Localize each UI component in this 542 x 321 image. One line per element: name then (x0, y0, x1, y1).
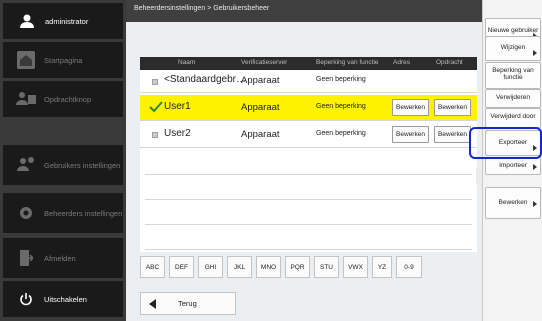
panel-tab (476, 167, 482, 185)
user-name: User1 (164, 101, 191, 112)
sidebar-item-opdrachtknop[interactable]: Opdrachtknop (3, 81, 123, 117)
power-icon (15, 288, 37, 310)
verification-server: Apparaat (241, 129, 280, 140)
sidebar-item-label: Gebruikers instellingen (44, 160, 121, 170)
alpha-button-pqr[interactable]: PQR (285, 256, 310, 278)
edit-address-button[interactable]: Bewerken (392, 99, 429, 116)
power-off-button[interactable]: Uitschakelen (3, 281, 123, 317)
back-button[interactable]: Terug (140, 292, 236, 315)
sidebar-item-user-settings[interactable]: Gebruikers instellingen (3, 145, 123, 185)
submenu-arrow-icon (533, 201, 537, 207)
alpha-button-abc[interactable]: ABC (140, 256, 165, 278)
alpha-button-yz[interactable]: YZ (372, 256, 392, 278)
user-account: administrator (3, 3, 123, 39)
edit-button[interactable]: Bewerken (485, 187, 541, 219)
sidebar-item-admin-settings[interactable]: Beheerders instellingen (3, 193, 123, 233)
column-header-name: Naam (178, 59, 196, 66)
checkbox[interactable] (152, 79, 158, 85)
submenu-arrow-icon (533, 50, 537, 56)
alpha-button-ghi[interactable]: GHI (198, 256, 223, 278)
row-divider (145, 199, 472, 200)
deleted-by-label: Verwijderd door (490, 112, 536, 120)
submenu-arrow-icon (533, 164, 537, 170)
function-restriction-button[interactable]: Beperking van functie (485, 62, 541, 89)
gear-icon (15, 202, 37, 224)
checkbox[interactable] (152, 132, 158, 138)
sidebar: administrator Startpagina Opdrachtknop G… (0, 0, 126, 321)
delete-label: Verwijderen (496, 94, 530, 102)
user-icon (16, 10, 38, 32)
action-panel: Nieuwe gebruiker Wijzigen Beperking van … (482, 0, 542, 321)
alpha-button-vwx[interactable]: VWX (343, 256, 368, 278)
sidebar-item-label: Afmelden (44, 253, 76, 263)
edit-address-button[interactable]: Bewerken (392, 126, 429, 143)
verification-server: Apparaat (241, 75, 280, 86)
alpha-button-jkl[interactable]: JKL (227, 256, 252, 278)
import-label: Importeer (499, 161, 527, 169)
edit-label: Bewerken (498, 198, 528, 206)
alpha-button-def[interactable]: DEF (169, 256, 194, 278)
alpha-button-0-9[interactable]: 0-9 (396, 256, 422, 278)
gear-user-icon (15, 154, 37, 176)
table-row[interactable]: User2 Apparaat Geen beperking Bewerken B… (140, 122, 477, 148)
sidebar-item-label: Opdrachtknop (44, 94, 92, 104)
import-button[interactable]: Importeer (485, 157, 541, 175)
user-name: administrator (45, 16, 89, 26)
breadcrumb: Beheerdersinstellingen > Gebruikersbehee… (126, 0, 482, 22)
home-icon (15, 49, 37, 71)
sidebar-item-home[interactable]: Startpagina (3, 42, 123, 78)
function-restriction: Geen beperking (316, 103, 366, 110)
row-divider (145, 249, 472, 250)
sidebar-item-label: Startpagina (44, 55, 83, 65)
column-header-adres: Adres (393, 59, 410, 66)
delete-button[interactable]: Verwijderen (485, 89, 541, 108)
checkmark-icon[interactable] (149, 101, 163, 115)
export-highlight (469, 127, 542, 159)
function-restriction: Geen beperking (316, 130, 366, 137)
alphabet-filter: ABC DEF GHI JKL MNO PQR STU VWX YZ 0-9 (140, 256, 477, 279)
list-header: Naam Verificatieserver Beperking van fun… (140, 57, 477, 70)
column-header-opdracht: Opdracht (436, 59, 463, 66)
edit-job-button[interactable]: Bewerken (434, 99, 471, 116)
back-label: Terug (178, 299, 197, 308)
user-name: User2 (164, 128, 191, 139)
user-list: Naam Verificatieserver Beperking van fun… (140, 57, 477, 252)
restriction-label: Beperking van functie (492, 66, 534, 81)
table-row[interactable]: <Standaardgebr… Apparaat Geen beperking (140, 70, 477, 93)
power-off-label: Uitschakelen (44, 294, 87, 304)
change-button[interactable]: Wijzigen (485, 36, 541, 61)
row-divider (145, 224, 472, 225)
table-row[interactable]: User1 Apparaat Geen beperking Bewerken B… (140, 95, 477, 121)
column-header-server: Verificatieserver (241, 59, 288, 66)
row-divider (145, 174, 472, 175)
deleted-by-button[interactable]: Verwijderd door (485, 108, 541, 128)
function-restriction: Geen beperking (316, 76, 366, 83)
user-name: <Standaardgebr… (164, 74, 247, 85)
verification-server: Apparaat (241, 102, 280, 113)
alpha-button-stu[interactable]: STU (314, 256, 339, 278)
alpha-button-mno[interactable]: MNO (256, 256, 281, 278)
logout-icon (15, 247, 37, 269)
sidebar-item-label: Beheerders instellingen (44, 208, 123, 218)
new-user-label: Nieuwe gebruiker (487, 26, 539, 34)
edit-job-button[interactable]: Bewerken (434, 126, 471, 143)
users-icon (15, 88, 37, 110)
sidebar-item-logout[interactable]: Afmelden (3, 238, 123, 278)
back-arrow-icon (149, 298, 156, 309)
column-header-restriction: Beperking van functie (316, 59, 379, 66)
change-label: Wijzigen (500, 44, 526, 52)
